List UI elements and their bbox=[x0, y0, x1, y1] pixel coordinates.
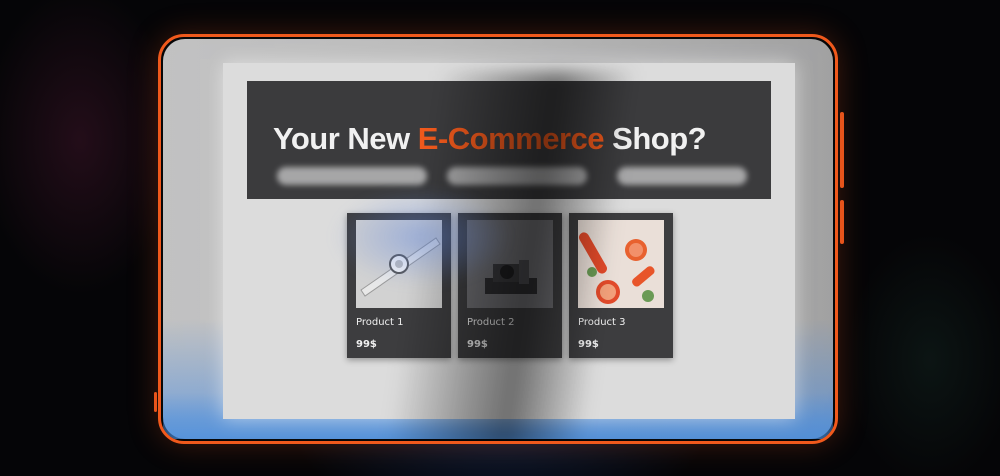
smartwatch-image bbox=[356, 220, 442, 308]
product-price: 99$ bbox=[578, 339, 599, 350]
hero-button-blurred[interactable] bbox=[617, 167, 747, 185]
product-name: Product 3 bbox=[578, 317, 626, 328]
grapefruit-image bbox=[578, 220, 664, 308]
hero-title-prefix: Your New bbox=[273, 121, 418, 156]
product-card[interactable]: Product 3 99$ bbox=[569, 213, 673, 358]
product-name: Product 2 bbox=[467, 317, 515, 328]
product-name: Product 1 bbox=[356, 317, 404, 328]
product-price: 99$ bbox=[467, 339, 488, 350]
shop-webpage: Your New E-Commerce Shop? Product 1 99$ bbox=[223, 63, 795, 419]
side-port bbox=[154, 392, 157, 412]
hero-button-blurred[interactable] bbox=[447, 167, 587, 185]
hero-button-blurred[interactable] bbox=[277, 167, 427, 185]
product-card[interactable]: Product 1 99$ bbox=[347, 213, 451, 358]
product-grid: Product 1 99$ Product 2 99$ Product 3 99… bbox=[347, 213, 677, 358]
camera-image bbox=[467, 220, 553, 308]
hero-title-suffix: Shop? bbox=[604, 121, 707, 156]
product-card[interactable]: Product 2 99$ bbox=[458, 213, 562, 358]
hero-title: Your New E-Commerce Shop? bbox=[273, 121, 707, 157]
hero-banner: Your New E-Commerce Shop? bbox=[247, 81, 771, 199]
tablet-device: Your New E-Commerce Shop? Product 1 99$ bbox=[158, 34, 838, 444]
product-price: 99$ bbox=[356, 339, 377, 350]
volume-button bbox=[840, 112, 844, 188]
power-button bbox=[840, 200, 844, 244]
hero-title-accent: E-Commerce bbox=[417, 121, 605, 156]
